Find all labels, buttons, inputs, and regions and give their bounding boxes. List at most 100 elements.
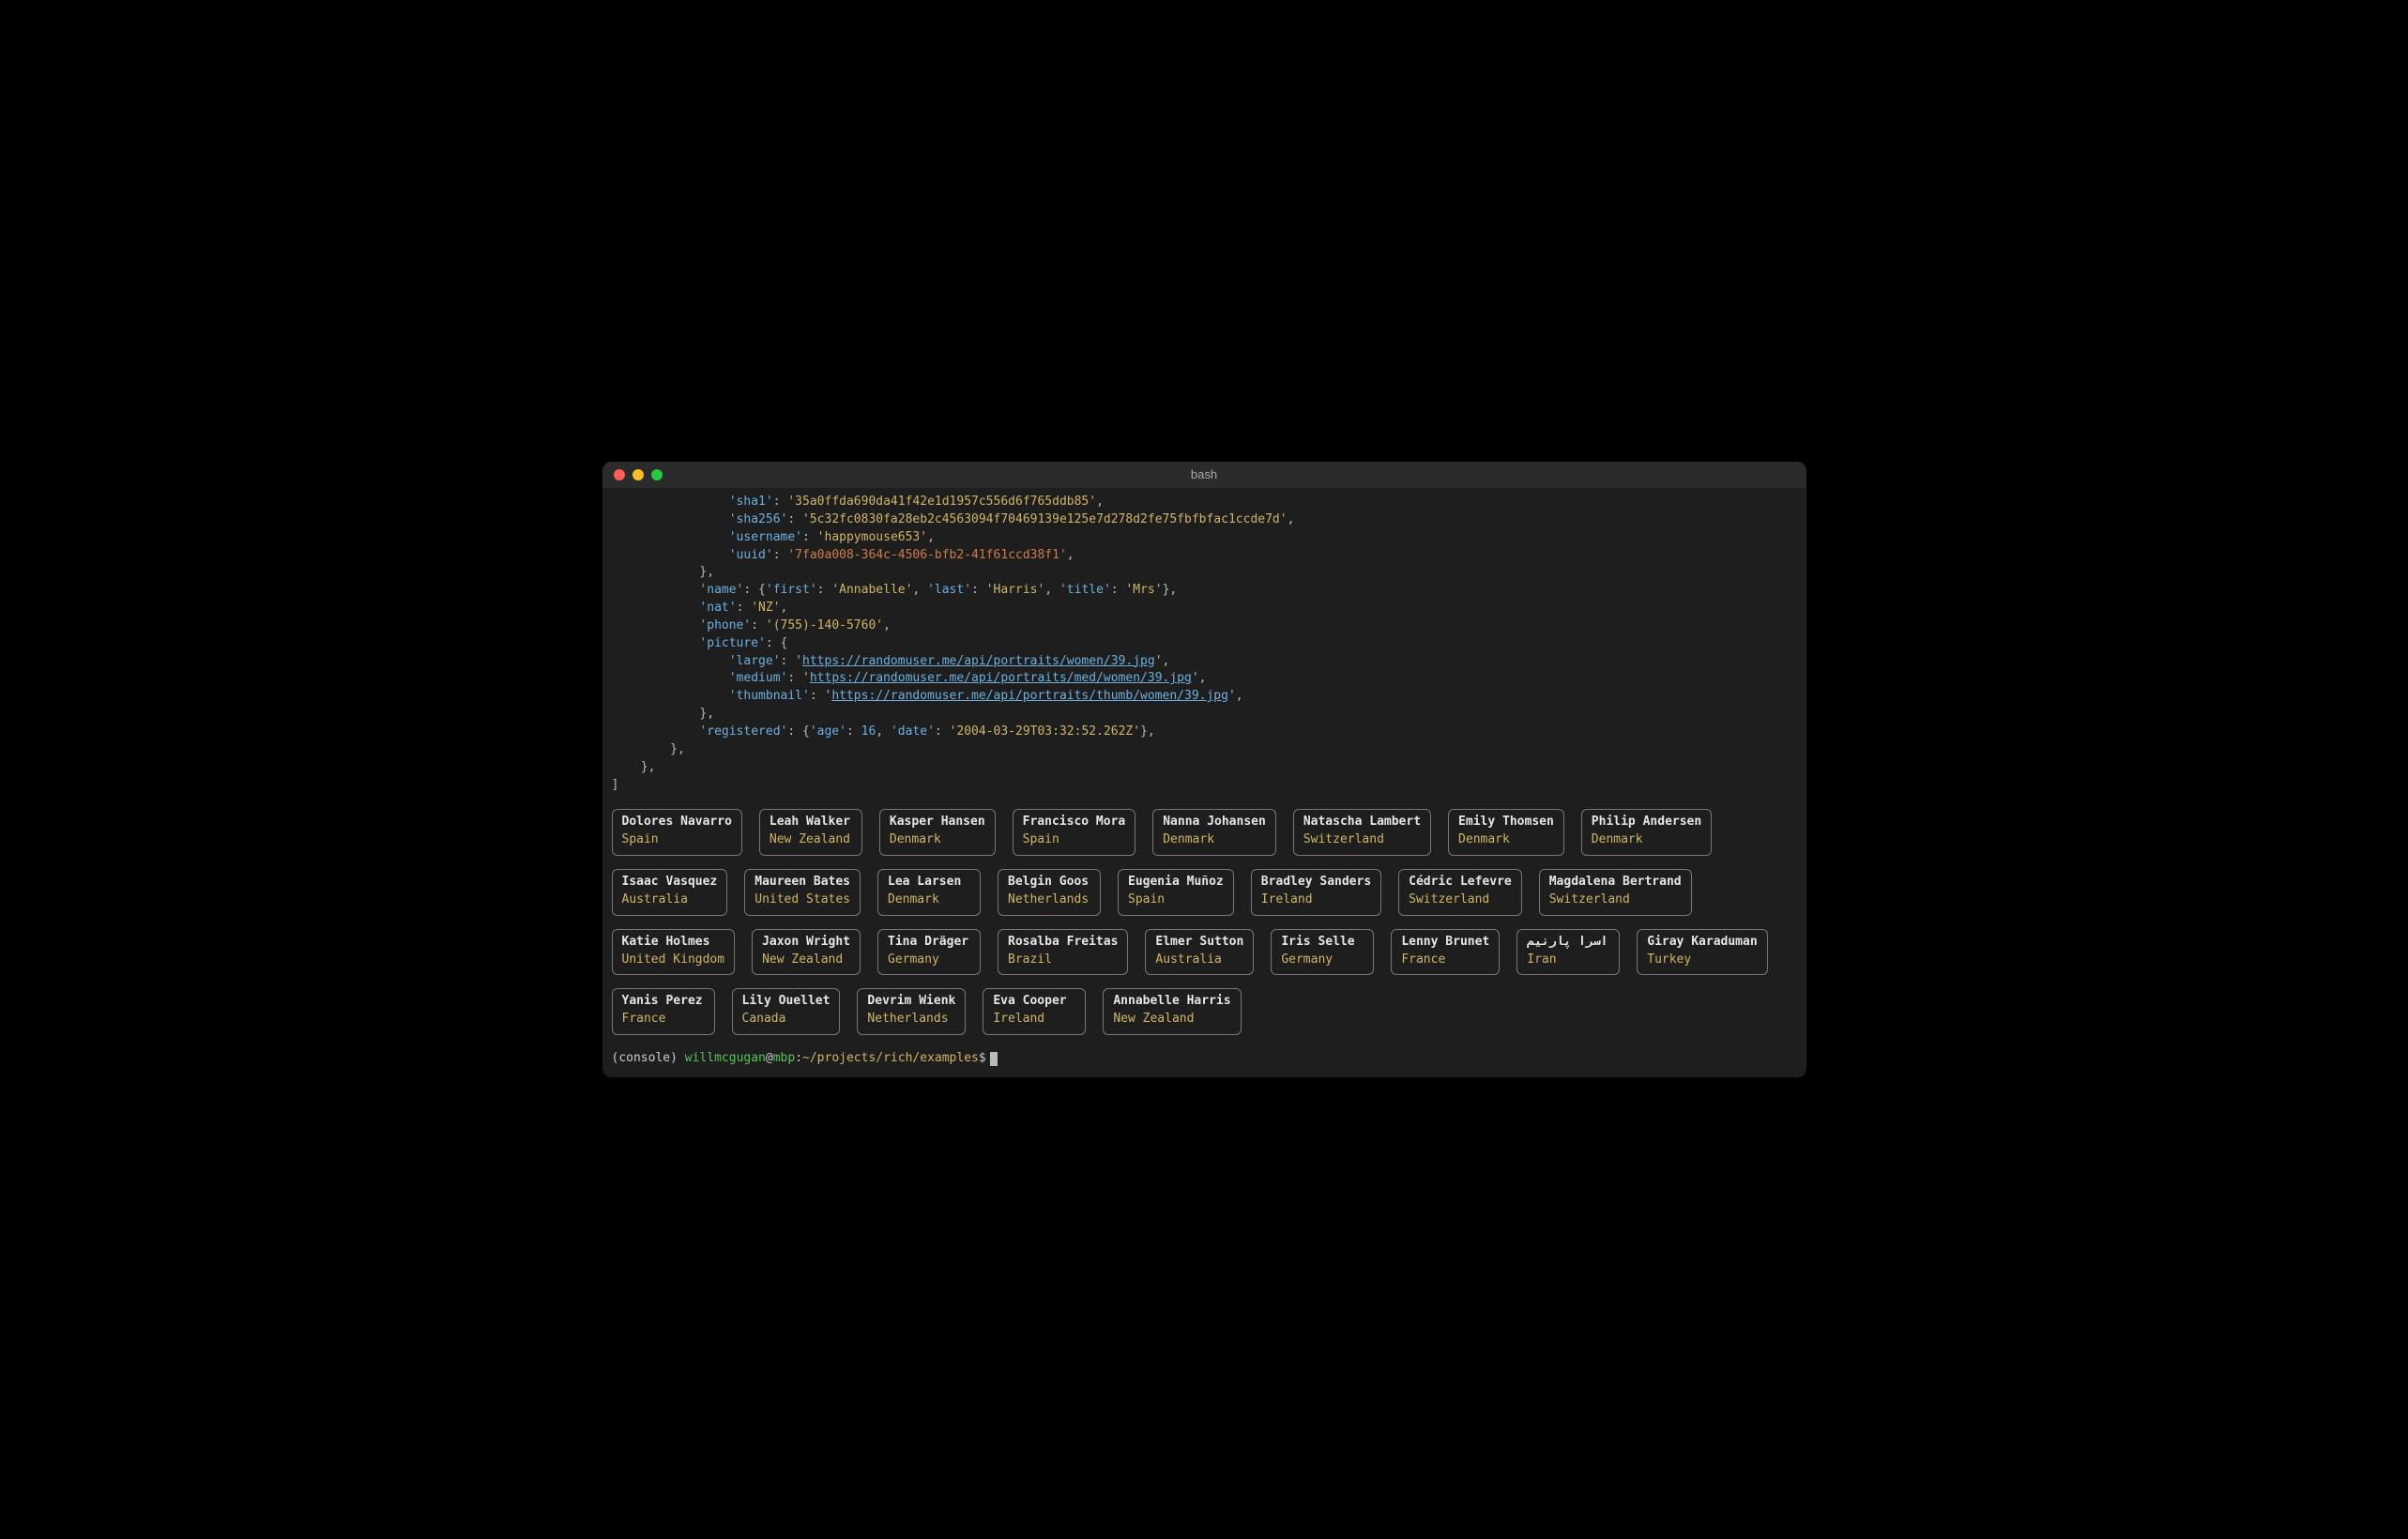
- window-controls: [614, 469, 663, 480]
- url-medium[interactable]: https://randomuser.me/api/portraits/med/…: [810, 671, 1192, 685]
- user-card-country: Denmark: [890, 831, 985, 849]
- user-card-name: Devrim Wienk: [867, 993, 955, 1011]
- user-card: Emily ThomsenDenmark: [1448, 809, 1564, 856]
- user-card: Yanis PerezFrance: [612, 988, 715, 1035]
- user-cards-grid: Dolores NavarroSpainLeah WalkerNew Zeala…: [602, 801, 1806, 1048]
- user-card-country: Spain: [622, 831, 732, 849]
- user-card-name: Natascha Lambert: [1303, 814, 1421, 831]
- user-card-name: اسرا پارنیم: [1527, 934, 1609, 952]
- user-card-country: Switzerland: [1303, 831, 1421, 849]
- user-card: Natascha LambertSwitzerland: [1293, 809, 1431, 856]
- dict-key-username: 'username': [729, 530, 802, 544]
- user-card: Katie HolmesUnited Kingdom: [612, 929, 736, 976]
- prompt-path: ~/projects/rich/examples: [802, 1050, 979, 1068]
- user-card-name: Lea Larsen: [888, 874, 970, 891]
- user-card-country: Netherlands: [867, 1011, 955, 1029]
- user-card-country: Switzerland: [1549, 891, 1682, 909]
- user-card: Eva CooperIreland: [983, 988, 1086, 1035]
- user-card-country: Ireland: [993, 1011, 1075, 1029]
- user-card-country: Denmark: [1458, 831, 1554, 849]
- maximize-icon[interactable]: [651, 469, 663, 480]
- prompt-host: mbp: [773, 1050, 795, 1068]
- user-card: Dolores NavarroSpain: [612, 809, 742, 856]
- user-card-name: Philip Andersen: [1592, 814, 1701, 831]
- dict-key-phone: 'phone': [699, 618, 751, 632]
- user-card-name: Belgin Goos: [1008, 874, 1090, 891]
- terminal-output: 'sha1': '35a0ffda690da41f42e1d1957c556d6…: [602, 488, 1806, 801]
- user-card: Leah WalkerNew Zealand: [759, 809, 862, 856]
- prompt-env: (console): [612, 1050, 685, 1068]
- user-card: Iris SelleGermany: [1271, 929, 1374, 976]
- user-card-country: Ireland: [1261, 891, 1371, 909]
- user-card-name: Magdalena Bertrand: [1549, 874, 1682, 891]
- user-card-country: Germany: [888, 952, 970, 969]
- url-thumbnail[interactable]: https://randomuser.me/api/portraits/thum…: [831, 689, 1228, 703]
- user-card-country: United Kingdom: [622, 952, 725, 969]
- user-card-name: Iris Selle: [1281, 934, 1364, 952]
- user-card-name: Jaxon Wright: [762, 934, 850, 952]
- user-card: Kasper HansenDenmark: [879, 809, 996, 856]
- user-card-country: Denmark: [888, 891, 970, 909]
- user-card: Isaac VasquezAustralia: [612, 869, 728, 916]
- prompt[interactable]: (console) willmcgugan@mbp:~/projects/ric…: [602, 1048, 1806, 1077]
- dict-val-sha256: '5c32fc0830fa28eb2c4563094f70469139e125e…: [802, 512, 1288, 526]
- user-card-country: Australia: [622, 891, 718, 909]
- user-card-name: Dolores Navarro: [622, 814, 732, 831]
- dict-key-sha256: 'sha256': [729, 512, 788, 526]
- user-card-name: Lenny Brunet: [1401, 934, 1489, 952]
- user-card-name: Annabelle Harris: [1113, 993, 1230, 1011]
- user-card: Lenny BrunetFrance: [1391, 929, 1500, 976]
- user-card-name: Rosalba Freitas: [1008, 934, 1118, 952]
- user-card-name: Bradley Sanders: [1261, 874, 1371, 891]
- dict-val-uuid: '7fa0a008-364c-4506-bfb2-41f61ccd38f1': [787, 548, 1066, 562]
- user-card-name: Nanna Johansen: [1163, 814, 1266, 831]
- user-card-name: Katie Holmes: [622, 934, 725, 952]
- user-card: Tina DrägerGermany: [877, 929, 981, 976]
- user-card-name: Maureen Bates: [754, 874, 850, 891]
- user-card: Bradley SandersIreland: [1251, 869, 1381, 916]
- user-card-name: Eugenia Muñoz: [1128, 874, 1224, 891]
- user-card-country: France: [1401, 952, 1489, 969]
- user-card-country: Denmark: [1163, 831, 1266, 849]
- dict-val-username: 'happymouse653': [817, 530, 927, 544]
- dict-key-name: 'name': [699, 583, 743, 597]
- user-card-country: Denmark: [1592, 831, 1701, 849]
- user-card-country: New Zealand: [1113, 1011, 1230, 1029]
- user-card-country: Brazil: [1008, 952, 1118, 969]
- user-card-country: Australia: [1155, 952, 1243, 969]
- user-card-country: Iran: [1527, 952, 1609, 969]
- user-card: Eugenia MuñozSpain: [1118, 869, 1234, 916]
- user-card-name: Eva Cooper: [993, 993, 1075, 1011]
- user-card: Magdalena BertrandSwitzerland: [1539, 869, 1692, 916]
- user-card: Lea LarsenDenmark: [877, 869, 981, 916]
- user-card-name: Yanis Perez: [622, 993, 705, 1011]
- user-card-name: Cédric Lefevre: [1409, 874, 1512, 891]
- user-card-name: Isaac Vasquez: [622, 874, 718, 891]
- titlebar: bash: [602, 462, 1806, 488]
- user-card-name: Emily Thomsen: [1458, 814, 1554, 831]
- user-card: Belgin GoosNetherlands: [998, 869, 1101, 916]
- user-card: Giray KaradumanTurkey: [1637, 929, 1767, 976]
- user-card: Cédric LefevreSwitzerland: [1398, 869, 1522, 916]
- dict-key-uuid: 'uuid': [729, 548, 773, 562]
- user-card-country: Germany: [1281, 952, 1364, 969]
- minimize-icon[interactable]: [632, 469, 644, 480]
- dict-val-sha1: '35a0ffda690da41f42e1d1957c556d6f765ddb8…: [787, 495, 1096, 509]
- cursor-icon: [990, 1052, 998, 1066]
- dict-key-picture: 'picture': [699, 636, 765, 650]
- user-card-country: New Zealand: [762, 952, 850, 969]
- user-card: Jaxon WrightNew Zealand: [752, 929, 861, 976]
- user-card: Philip AndersenDenmark: [1581, 809, 1712, 856]
- user-card-name: Francisco Mora: [1023, 814, 1126, 831]
- user-card-country: United States: [754, 891, 850, 909]
- window-title: bash: [602, 466, 1806, 484]
- url-large[interactable]: https://randomuser.me/api/portraits/wome…: [802, 654, 1155, 668]
- user-card-country: Spain: [1023, 831, 1126, 849]
- user-card: Maureen BatesUnited States: [744, 869, 861, 916]
- prompt-user: willmcgugan: [685, 1050, 766, 1068]
- close-icon[interactable]: [614, 469, 625, 480]
- user-card: اسرا پارنیمIran: [1516, 929, 1620, 976]
- user-card: Nanna JohansenDenmark: [1152, 809, 1276, 856]
- user-card-name: Elmer Sutton: [1155, 934, 1243, 952]
- dict-key-registered: 'registered': [699, 724, 787, 739]
